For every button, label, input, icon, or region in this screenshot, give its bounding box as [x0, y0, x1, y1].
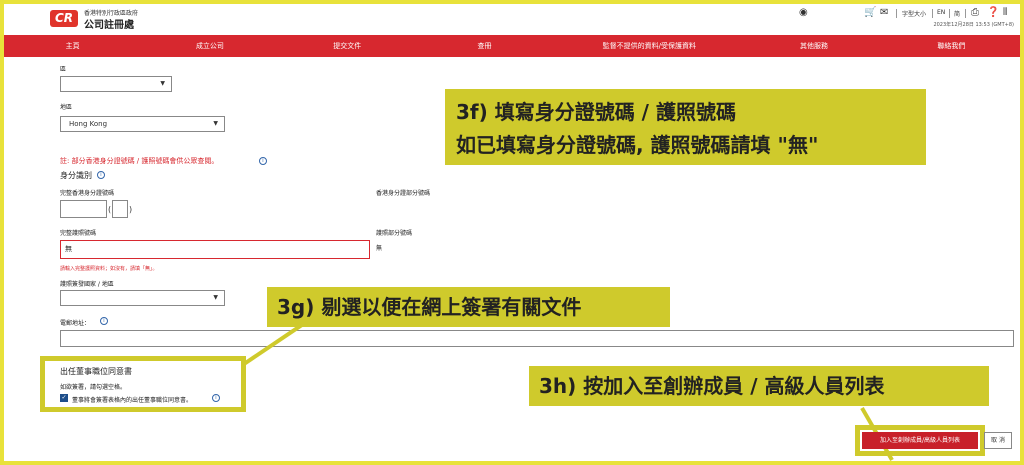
header-separator	[932, 9, 933, 18]
region-select-value: Hong Kong	[69, 120, 108, 128]
cart-icon[interactable]: 🛒	[864, 7, 876, 19]
passport-full-input[interactable]: 無	[60, 240, 370, 259]
nav-search[interactable]: 查冊	[416, 35, 553, 57]
lang-en-link[interactable]: EN	[937, 9, 945, 16]
font-size-link[interactable]: 字型大小	[902, 9, 926, 18]
mail-icon[interactable]: ✉	[880, 7, 888, 19]
callout-3g: 3g) 剔選以便在網上簽署有關文件	[267, 287, 670, 327]
region-label: 地區	[60, 104, 73, 111]
add-to-member-list-button[interactable]: 加入至創辦成員/高級人員列表	[862, 432, 978, 449]
email-label: 電郵地址：	[60, 320, 91, 327]
identity-title: 身分識別	[60, 171, 92, 180]
lang-sc-link[interactable]: 简	[954, 9, 960, 18]
passport-partial-value: 無	[376, 245, 383, 252]
passport-country-select[interactable]: ▼	[60, 290, 225, 306]
nav-incorporate[interactable]: 成立公司	[141, 35, 278, 57]
header-separator	[949, 9, 950, 18]
region-select[interactable]: Hong Kong ▼	[60, 116, 225, 132]
district-label: 區	[60, 66, 67, 73]
consent-checkbox[interactable]: ✓	[60, 394, 68, 402]
nav-submit-documents[interactable]: 提交文件	[279, 35, 416, 57]
cr-logo[interactable]: CR	[50, 10, 78, 27]
info-icon[interactable]: i	[100, 317, 108, 325]
registry-name: 公司註冊處	[84, 20, 134, 31]
public-inspection-note: 註: 部分香港身分證號碼 / 護照號碼會供公眾查閱。	[60, 157, 219, 165]
chevron-down-icon: ▼	[213, 294, 218, 301]
hkid-main-input[interactable]	[60, 200, 107, 218]
chevron-down-icon: ▼	[213, 120, 218, 127]
nav-contact-us[interactable]: 聯絡我們	[883, 35, 1020, 57]
chevron-down-icon: ▼	[160, 80, 165, 87]
hkid-partial-label: 香港身分證部分號碼	[376, 190, 431, 197]
browser-viewport: CR 香港特別行政區政府 公司註冊處 ◉ 🛒 ✉ 字型大小 EN 简 ⎙ ❓ ⫴…	[4, 4, 1020, 461]
site-header: CR 香港特別行政區政府 公司註冊處 ◉ 🛒 ✉ 字型大小 EN 简 ⎙ ❓ ⫴…	[4, 4, 1020, 34]
print-icon[interactable]: ⎙	[971, 7, 979, 19]
help-icon[interactable]: ❓	[987, 7, 999, 19]
nav-other-services[interactable]: 其他服務	[745, 35, 882, 57]
callout-3f-line2: 如已填寫身分證號碼, 護照號碼請填 "無"	[456, 133, 819, 157]
timestamp: 2023年12月28日 13:53 (GMT+8)	[933, 22, 1014, 28]
nav-home[interactable]: 主頁	[4, 35, 141, 57]
close-paren: )	[129, 205, 133, 214]
info-icon[interactable]: i	[259, 157, 267, 165]
callout-3f-line1: 3f) 填寫身分證號碼 / 護照號碼	[456, 100, 736, 124]
passport-full-label: 完整護照號碼	[60, 230, 97, 237]
cancel-button[interactable]: 取 消	[984, 432, 1012, 449]
passport-country-label: 護照簽發國家 / 地區	[60, 281, 114, 288]
consent-title: 出任董事職位同意書	[60, 367, 132, 376]
callout-3f: 3f) 填寫身分證號碼 / 護照號碼 如已填寫身分證號碼, 護照號碼請填 "無"	[445, 89, 926, 165]
nav-protected-info[interactable]: 監督不提供的資料/受保護資料	[553, 35, 745, 57]
district-select[interactable]: ▼	[60, 76, 172, 92]
info-icon[interactable]: i	[97, 171, 105, 179]
info-icon[interactable]: i	[212, 394, 220, 402]
open-paren: (	[108, 205, 112, 214]
hkid-full-label: 完整香港身分證號碼	[60, 190, 115, 197]
main-nav: 主頁 成立公司 提交文件 查冊 監督不提供的資料/受保護資料 其他服務 聯絡我們	[4, 35, 1020, 57]
email-input[interactable]	[60, 330, 1014, 347]
header-separator	[896, 9, 897, 18]
hkid-check-digit-input[interactable]	[112, 200, 128, 218]
passport-error-message: 請輸入完整護照資料；如沒有，請填「無」。	[60, 266, 158, 272]
consent-checkbox-label: 董事將會簽署表格內的出任董事職位同意書。	[72, 397, 193, 404]
consent-hint: 如欲簽署，請勾選空格。	[60, 384, 127, 391]
share-icon[interactable]: ⫴	[1003, 7, 1007, 19]
accessibility-icon[interactable]: ◉	[799, 7, 808, 19]
passport-partial-label: 護照部分號碼	[376, 230, 413, 237]
header-separator	[965, 9, 966, 18]
callout-3h: 3h) 按加入至創辦成員 / 高級人員列表	[529, 366, 989, 406]
